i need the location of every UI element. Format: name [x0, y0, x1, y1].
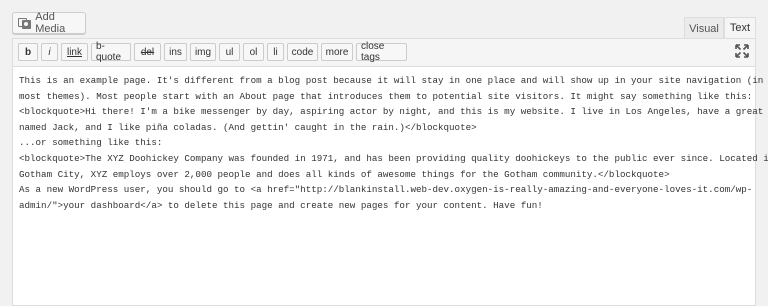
img-button[interactable]: img: [190, 43, 216, 61]
link-button[interactable]: link: [61, 43, 88, 61]
ul-button[interactable]: ul: [219, 43, 240, 61]
editor-line: most themes). Most people start with an …: [19, 90, 753, 102]
bold-button[interactable]: b: [18, 43, 38, 61]
ol-button[interactable]: ol: [243, 43, 264, 61]
fullscreen-icon[interactable]: [735, 44, 749, 58]
quicktags-toolbar: b i link b-quote del ins img ul ol li co…: [12, 38, 756, 66]
tab-text[interactable]: Text: [724, 17, 756, 39]
editor-line: <blockquote>The XYZ Doohickey Company wa…: [19, 152, 768, 164]
editor-line: This is an example page. It's different …: [19, 75, 764, 86]
editor-line: admin/">your dashboard</a> to delete thi…: [19, 199, 543, 211]
del-button[interactable]: del: [134, 43, 161, 61]
add-media-button[interactable]: Add Media: [12, 11, 86, 35]
italic-button[interactable]: i: [41, 43, 58, 61]
editor-top-bar: Add Media Visual Text: [0, 0, 768, 39]
text-editor[interactable]: This is an example page. It's different …: [12, 66, 768, 306]
media-icon: [17, 16, 31, 30]
more-button[interactable]: more: [321, 43, 353, 61]
blockquote-button[interactable]: b-quote: [91, 41, 131, 63]
add-media-label: Add Media: [35, 11, 66, 35]
editor-line: named Jack, and I like piña coladas. (An…: [19, 121, 477, 133]
close-tags-button[interactable]: close tags: [356, 41, 407, 63]
editor-line: Gotham City, XYZ employs over 2,000 peop…: [19, 168, 670, 180]
code-button[interactable]: code: [287, 43, 318, 61]
li-button[interactable]: li: [267, 43, 284, 61]
editor-line: ...or something like this:: [19, 137, 163, 149]
editor-line: <blockquote>Hi there! I'm a bike messeng…: [19, 106, 768, 118]
tab-visual[interactable]: Visual: [684, 17, 724, 39]
ins-button[interactable]: ins: [164, 43, 187, 61]
editor-line: As a new WordPress user, you should go t…: [19, 184, 753, 196]
